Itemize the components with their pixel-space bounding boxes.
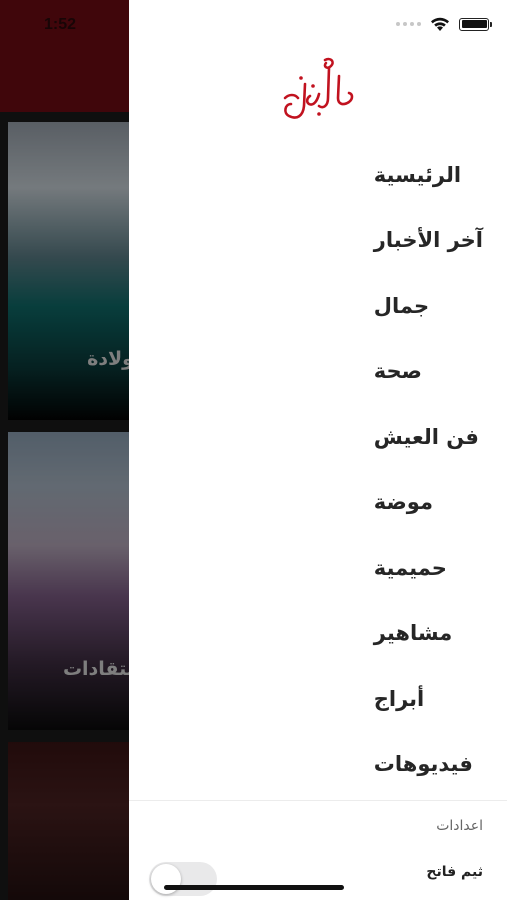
menu-item-lifestyle[interactable]: فن العيش: [374, 404, 483, 470]
menu-item-beauty[interactable]: جمال: [374, 273, 483, 339]
menu-item-fashion[interactable]: موضة: [374, 470, 483, 536]
light-theme-label: ثيم فاتح: [426, 864, 483, 880]
settings-section-label: اعدادات: [436, 818, 483, 834]
signal-icon: [396, 22, 421, 26]
menu-item-latest-news[interactable]: آخر الأخبار: [374, 208, 483, 274]
battery-icon: [459, 17, 492, 31]
menu-item-celebrities[interactable]: مشاهير: [374, 601, 483, 667]
menu-item-horoscopes[interactable]: أبراج: [374, 666, 483, 732]
menu-item-videos[interactable]: فيديوهات: [374, 732, 483, 798]
wifi-icon: [431, 17, 449, 31]
drawer-menu: الرئيسية آخر الأخبار جمال صحة فن العيش م…: [374, 142, 483, 797]
menu-item-intimacy[interactable]: حميمية: [374, 535, 483, 601]
navigation-drawer: الرئيسية آخر الأخبار جمال صحة فن العيش م…: [129, 0, 507, 900]
brand-logo[interactable]: [279, 54, 359, 126]
menu-item-health[interactable]: صحة: [374, 339, 483, 405]
light-theme-toggle[interactable]: [149, 862, 217, 896]
status-icons: [396, 16, 492, 32]
home-indicator[interactable]: [164, 885, 344, 890]
divider: [129, 800, 507, 801]
menu-item-home[interactable]: الرئيسية: [374, 142, 483, 208]
